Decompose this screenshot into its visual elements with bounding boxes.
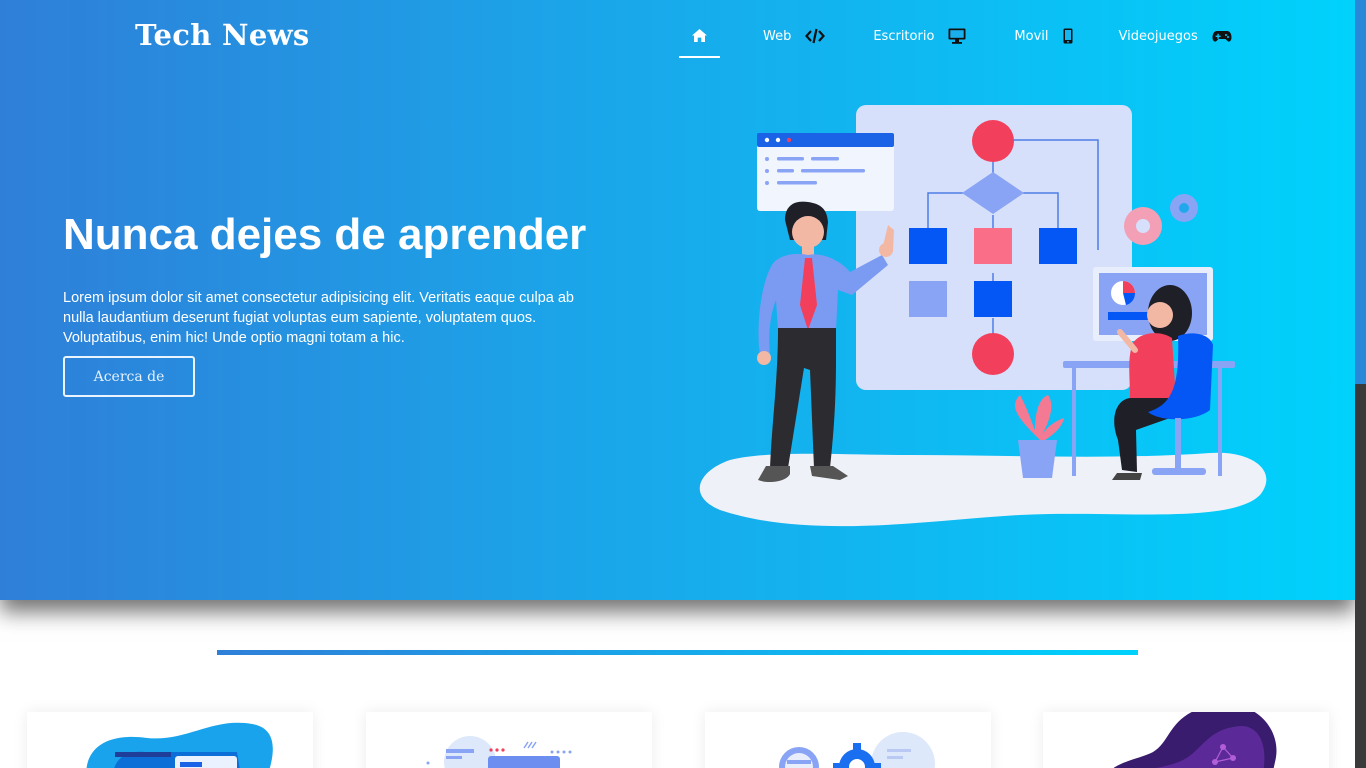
category-card-desktop[interactable] — [366, 712, 652, 768]
mobile-icon — [1063, 28, 1073, 44]
hero-section: Tech News Web Escritorio Movil Videojueg… — [0, 0, 1355, 600]
about-button[interactable]: Acerca de — [63, 356, 195, 397]
gamepad-icon — [1212, 30, 1232, 43]
nav-item-videojuegos-label: Videojuegos — [1118, 28, 1198, 44]
mobile-card-illustration — [779, 732, 935, 768]
nav-item-web[interactable]: Web — [763, 18, 826, 54]
nav-item-web-label: Web — [763, 28, 792, 44]
home-icon — [692, 28, 707, 42]
web-card-illustration — [86, 722, 273, 768]
desktop-icon — [948, 28, 966, 44]
team-flowchart-illustration — [699, 105, 1267, 527]
hero-description: Lorem ipsum dolor sit amet consectetur a… — [63, 290, 574, 346]
brand-logo[interactable]: Tech News — [135, 18, 310, 52]
main-nav: Web Escritorio Movil Videojuegos — [679, 18, 1232, 58]
nav-item-videojuegos[interactable]: Videojuegos — [1119, 18, 1232, 54]
nav-item-escritorio-label: Escritorio — [873, 28, 935, 44]
nav-item-home[interactable] — [679, 18, 720, 58]
nav-item-escritorio[interactable]: Escritorio — [873, 18, 966, 54]
section-divider — [217, 650, 1138, 655]
desktop-card-illustration — [426, 736, 572, 768]
category-card-web[interactable] — [27, 712, 313, 768]
scrollbar-thumb[interactable] — [1355, 0, 1366, 384]
code-icon — [805, 28, 826, 44]
hero-title: Nunca dejes de aprender — [63, 210, 587, 259]
page-scrollbar[interactable] — [1355, 0, 1366, 768]
nav-item-movil[interactable]: Movil — [1014, 18, 1072, 54]
category-card-games[interactable] — [1043, 712, 1329, 768]
category-card-mobile[interactable] — [705, 712, 991, 768]
nav-item-movil-label: Movil — [1014, 28, 1049, 44]
games-card-illustration — [1113, 712, 1277, 768]
